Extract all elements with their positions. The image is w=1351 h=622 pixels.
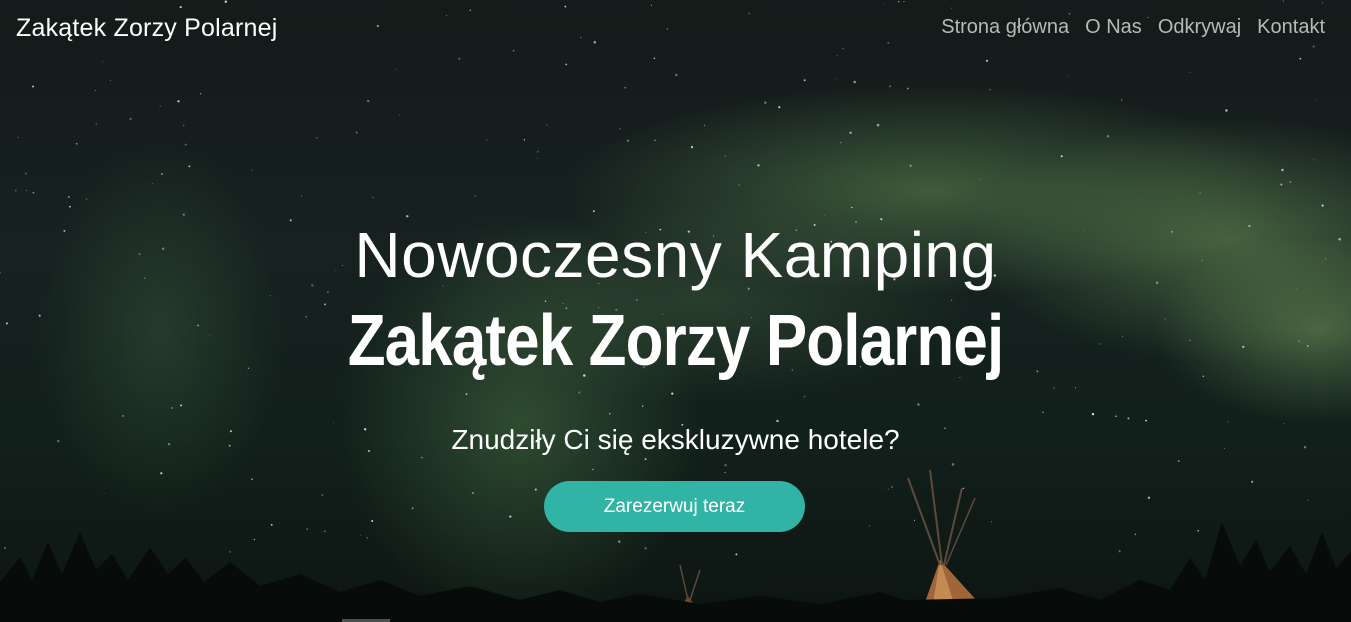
nav-item-contact[interactable]: Kontakt bbox=[1257, 16, 1325, 39]
brand-logo-link[interactable]: Zakątek Zorzy Polarnej bbox=[16, 14, 277, 43]
book-now-button[interactable]: Zarezerwuj teraz bbox=[544, 481, 805, 532]
hero-heading-line2: Zakątek Zorzy Polarnej bbox=[347, 301, 1004, 381]
nav-item-about[interactable]: O Nas bbox=[1085, 16, 1142, 39]
nav-item-explore[interactable]: Odkrywaj bbox=[1158, 16, 1241, 39]
main-nav: Strona główna O Nas Odkrywaj Kontakt bbox=[941, 16, 1325, 39]
hero-tagline: Znudziły Ci się ekskluzywne hotele? bbox=[451, 424, 900, 455]
nav-item-home[interactable]: Strona główna bbox=[941, 16, 1069, 39]
hero-heading-line1: Nowoczesny Kamping bbox=[354, 219, 997, 291]
